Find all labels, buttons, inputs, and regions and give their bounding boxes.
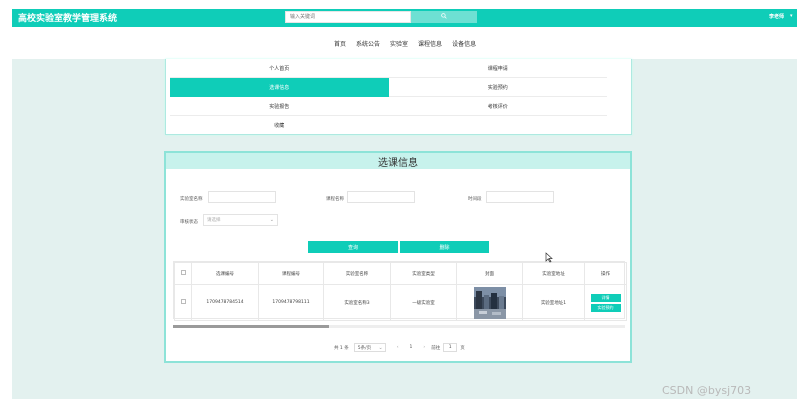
cell-cover bbox=[456, 284, 523, 321]
col-lab-address: 实验室地址 bbox=[522, 262, 585, 285]
audit-status-value: 请选择 bbox=[207, 218, 221, 223]
pagination: 共 1 条 5条/页 ⌄ ‹ 1 › 前往 1 页 bbox=[334, 343, 465, 352]
course-selection-panel: 选课信息 实验室名称 课程名称 时间段 审核状态 请选择 ⌄ 查询 删除 选课编… bbox=[164, 151, 632, 363]
lab-name-label: 实验室名称 bbox=[180, 197, 203, 202]
menu-item-favorites[interactable]: 收藏 bbox=[170, 116, 389, 135]
menu-item-course-application[interactable]: 课程申请 bbox=[389, 59, 608, 78]
menu-item-empty bbox=[389, 116, 608, 135]
col-cover: 封面 bbox=[456, 262, 523, 285]
time-label: 时间段 bbox=[468, 197, 482, 202]
cell-course-no: 1709478798111 bbox=[258, 284, 324, 321]
total-count: 共 1 条 bbox=[334, 345, 349, 351]
table-header-row: 选课编号 课程编号 实验室名称 实验室类型 封面 实验室地址 操作 bbox=[174, 262, 627, 285]
page-number-1[interactable]: 1 bbox=[410, 345, 413, 350]
audit-status-select[interactable]: 请选择 ⌄ bbox=[203, 214, 278, 226]
horizontal-scrollbar-thumb[interactable] bbox=[173, 325, 329, 328]
cell-lab-type: 一级实验室 bbox=[390, 284, 457, 321]
search-icon bbox=[441, 13, 447, 21]
chevron-down-icon: ⌄ bbox=[378, 345, 383, 351]
nav-item-courses[interactable]: 课程信息 bbox=[418, 39, 442, 48]
menu-item-assessment[interactable]: 考核评价 bbox=[389, 97, 608, 116]
next-page-button[interactable]: › bbox=[423, 345, 425, 350]
lab-name-field[interactable] bbox=[208, 191, 276, 203]
course-name-label: 课程名称 bbox=[326, 197, 344, 202]
nav-item-announcements[interactable]: 系统公告 bbox=[356, 39, 380, 48]
reserve-lab-button[interactable]: 实验预约 bbox=[590, 303, 621, 312]
course-selection-table: 选课编号 课程编号 实验室名称 实验室类型 封面 实验室地址 操作 170947… bbox=[173, 261, 627, 321]
menu-item-profile[interactable]: 个人首页 bbox=[170, 59, 389, 78]
page-background: 高校实验室教学管理系统 李老师 ▾ 首页 系统公告 实验室 课程信息 设备信息 … bbox=[12, 9, 797, 399]
col-actions: 操作 bbox=[584, 262, 627, 285]
prev-page-button[interactable]: ‹ bbox=[397, 345, 399, 350]
cell-actions: 详情 实验预约 bbox=[584, 284, 627, 321]
lab-photo-image[interactable] bbox=[473, 286, 506, 319]
panel-title: 选课信息 bbox=[166, 153, 630, 169]
mouse-cursor-icon bbox=[545, 252, 553, 265]
search-button[interactable] bbox=[411, 11, 477, 23]
nav-item-home[interactable]: 首页 bbox=[334, 39, 346, 48]
page-suffix: 页 bbox=[460, 345, 465, 351]
col-lab-name: 实验室名称 bbox=[323, 262, 391, 285]
user-name[interactable]: 李老师 bbox=[769, 13, 784, 20]
menu-item-lab-report[interactable]: 实验报告 bbox=[170, 97, 389, 116]
search-submit-button[interactable]: 查询 bbox=[308, 241, 398, 253]
cell-selection-no: 1709478784514 bbox=[191, 284, 259, 321]
col-lab-type: 实验室类型 bbox=[390, 262, 457, 285]
main-nav: 首页 系统公告 实验室 课程信息 设备信息 bbox=[12, 27, 797, 59]
user-center-menu: 个人首页 课程申请 选课信息 实验预约 实验报告 考核评价 收藏 bbox=[165, 59, 632, 135]
site-title: 高校实验室教学管理系统 bbox=[18, 14, 118, 24]
col-selection-no: 选课编号 bbox=[191, 262, 259, 285]
detail-button[interactable]: 详情 bbox=[590, 293, 621, 302]
cell-lab-name: 实验室名称3 bbox=[323, 284, 391, 321]
nav-item-labs[interactable]: 实验室 bbox=[390, 39, 408, 48]
delete-button[interactable]: 删除 bbox=[400, 241, 489, 253]
page-size-select[interactable]: 5条/页 ⌄ bbox=[353, 343, 386, 352]
menu-item-course-selection[interactable]: 选课信息 bbox=[170, 78, 389, 97]
time-field[interactable] bbox=[486, 191, 554, 203]
audit-status-label: 审核状态 bbox=[180, 220, 198, 225]
select-all-checkbox[interactable] bbox=[174, 262, 192, 285]
course-name-field[interactable] bbox=[347, 191, 415, 203]
goto-label: 前往 bbox=[431, 345, 441, 351]
nav-item-equipment[interactable]: 设备信息 bbox=[452, 39, 476, 48]
table-row: 1709478784514 1709478798111 实验室名称3 一级实验室 bbox=[174, 284, 627, 321]
col-course-no: 课程编号 bbox=[258, 262, 324, 285]
chevron-down-icon: ⌄ bbox=[269, 217, 274, 223]
top-bar: 高校实验室教学管理系统 李老师 ▾ bbox=[12, 9, 797, 27]
watermark: CSDN @bysj703 bbox=[662, 384, 752, 397]
page-size-value: 5条/页 bbox=[357, 345, 372, 351]
cell-lab-address: 实验室地址1 bbox=[522, 284, 585, 321]
goto-page-input[interactable]: 1 bbox=[443, 343, 458, 352]
search-input[interactable] bbox=[285, 11, 411, 23]
chevron-down-icon[interactable]: ▾ bbox=[790, 13, 793, 19]
row-checkbox[interactable] bbox=[174, 284, 192, 321]
menu-item-lab-reservation[interactable]: 实验预约 bbox=[389, 78, 608, 97]
